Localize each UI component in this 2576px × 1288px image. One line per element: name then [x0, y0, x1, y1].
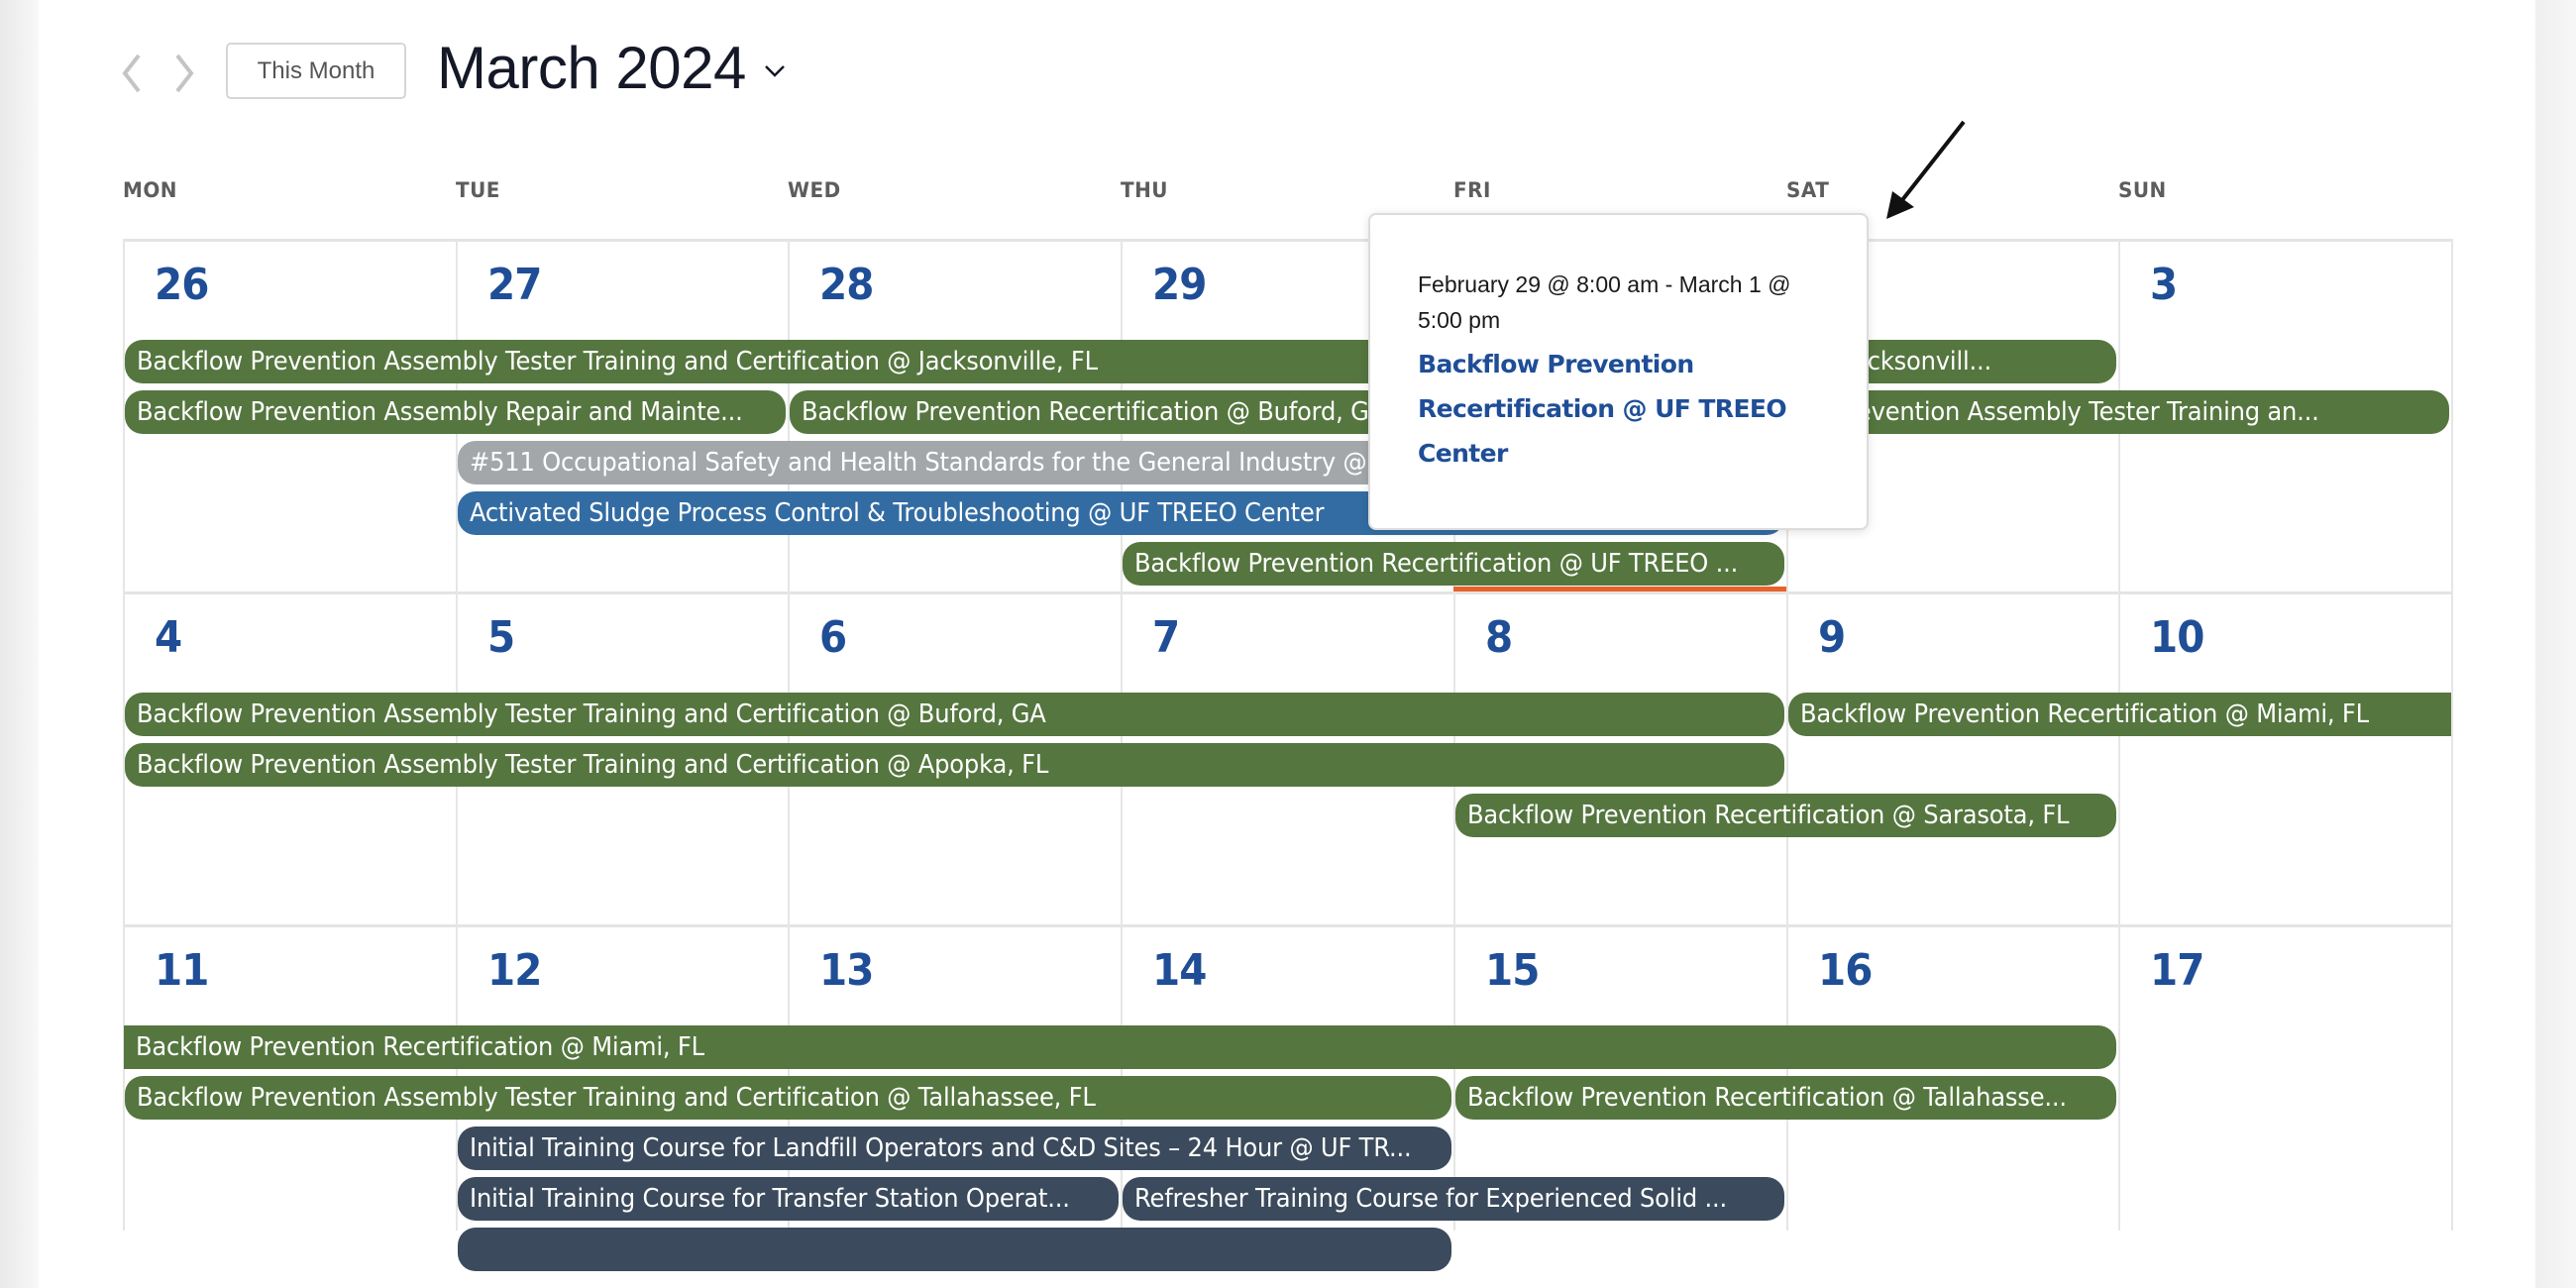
calendar-event[interactable]: Refresher Training Course for Experience… [1123, 1177, 1784, 1221]
day-number[interactable]: 11 [155, 945, 209, 996]
month-title: March 2024 [437, 35, 746, 101]
weekday-label-tue: TUE [455, 178, 500, 202]
day-number[interactable]: 4 [155, 612, 182, 663]
weekday-label-wed: WED [788, 178, 842, 202]
calendar-event-title: Refresher Training Course for Experience… [1134, 1184, 1728, 1214]
weekday-label-fri: FRI [1452, 178, 1491, 202]
arrow-pointer-icon [1886, 120, 1966, 219]
month-picker[interactable]: March 2024 [437, 34, 786, 102]
day-number[interactable]: 3 [2150, 260, 2178, 310]
calendar-event[interactable]: Backflow Prevention Assembly Tester Trai… [125, 1076, 1451, 1120]
weekday-label-mon: MON [123, 178, 177, 202]
weekday-label-thu: THU [1121, 178, 1169, 202]
day-number[interactable]: 16 [1818, 945, 1873, 996]
day-number[interactable]: 14 [1152, 945, 1207, 996]
calendar-event-title: Backflow Prevention Assembly Tester Trai… [137, 1083, 1096, 1113]
event-tooltip-date: February 29 @ 8:00 am - March 1 @ 5:00 p… [1418, 271, 1791, 333]
calendar-event-title: ow Prevention Assembly Tester Training a… [1791, 397, 2319, 427]
calendar-event[interactable]: Backflow Prevention Recertification @ UF… [1123, 542, 1784, 586]
calendar-event-title: Backflow Prevention Recertification @ Bu… [802, 397, 1370, 427]
calendar-event[interactable] [457, 1228, 1451, 1271]
calendar-event[interactable]: Backflow Prevention Recertification @ Mi… [1787, 693, 2451, 736]
day-number[interactable]: 29 [1152, 260, 1207, 310]
event-tooltip-title-link[interactable]: Backflow Prevention Recertification @ UF… [1418, 342, 1834, 476]
day-number[interactable]: 5 [487, 612, 515, 663]
previous-month-button[interactable] [117, 52, 147, 95]
day-number[interactable]: 12 [487, 945, 542, 996]
calendar-event-title: Backflow Prevention Assembly Tester Trai… [137, 347, 1098, 376]
calendar-event-title: Backflow Prevention Recertification @ UF… [1134, 549, 1739, 579]
calendar-event[interactable]: ow Prevention Assembly Tester Training a… [1787, 390, 2449, 434]
calendar-event[interactable]: Backflow Prevention Assembly Repair and … [125, 390, 787, 434]
calendar-event-title: Backflow Prevention Recertification @ Mi… [136, 1032, 704, 1062]
event-tooltip: February 29 @ 8:00 am - March 1 @ 5:00 p… [1368, 213, 1869, 530]
chevron-left-icon [122, 54, 141, 93]
calendar-event[interactable]: Initial Training Course for Landfill Ope… [457, 1127, 1451, 1170]
calendar-event-title: Activated Sludge Process Control & Troub… [469, 498, 1325, 528]
next-month-button[interactable] [169, 52, 199, 95]
calendar-event[interactable]: Backflow Prevention Recertification @ Sa… [1454, 794, 2117, 837]
day-number[interactable]: 8 [1485, 612, 1513, 663]
day-number[interactable]: 27 [487, 260, 542, 310]
calendar-event[interactable]: Backflow Prevention Recertification @ Mi… [124, 1025, 2117, 1069]
chevron-right-icon [175, 54, 194, 93]
calendar-event-title: Backflow Prevention Recertification @ Sa… [1466, 801, 2070, 830]
calendar-event[interactable]: Backflow Prevention Recertification @ Ta… [1454, 1076, 2117, 1120]
day-number[interactable]: 6 [819, 612, 847, 663]
day-number[interactable]: 15 [1485, 945, 1540, 996]
day-number[interactable]: 7 [1152, 612, 1180, 663]
day-number[interactable]: 28 [819, 260, 874, 310]
calendar-event-title: Initial Training Course for Transfer Sta… [469, 1184, 1070, 1214]
weekday-label-sun: SUN [2118, 178, 2167, 202]
calendar-event-title: #511 Occupational Safety and Health Stan… [469, 448, 1392, 478]
day-number[interactable]: 10 [2150, 612, 2204, 663]
day-number[interactable]: 17 [2150, 945, 2204, 996]
calendar-event-title: Initial Training Course for Landfill Ope… [469, 1133, 1412, 1163]
calendar-event[interactable]: Backflow Prevention Assembly Tester Trai… [125, 693, 1784, 736]
day-number[interactable]: 9 [1818, 612, 1846, 663]
calendar-event-title: Backflow Prevention Assembly Tester Trai… [137, 699, 1046, 729]
calendar-event[interactable]: Backflow Prevention Assembly Tester Trai… [125, 743, 1784, 787]
grid-column-divider [2451, 240, 2453, 1231]
calendar-event-title: Backflow Prevention Assembly Repair and … [137, 397, 743, 427]
this-month-button[interactable]: This Month [226, 43, 406, 99]
weekday-label-sat: SAT [1785, 178, 1829, 202]
calendar-event-title: Backflow Prevention Recertification @ Mi… [1799, 699, 2369, 729]
chevron-down-icon [764, 64, 785, 77]
day-number[interactable]: 13 [819, 945, 874, 996]
day-number[interactable]: 26 [155, 260, 209, 310]
today-indicator [1452, 587, 1786, 591]
calendar-event[interactable]: Initial Training Course for Transfer Sta… [457, 1177, 1120, 1221]
calendar-event-title: Backflow Prevention Recertification @ Ta… [1466, 1083, 2067, 1113]
calendar-event-title: Backflow Prevention Assembly Tester Trai… [137, 750, 1049, 780]
